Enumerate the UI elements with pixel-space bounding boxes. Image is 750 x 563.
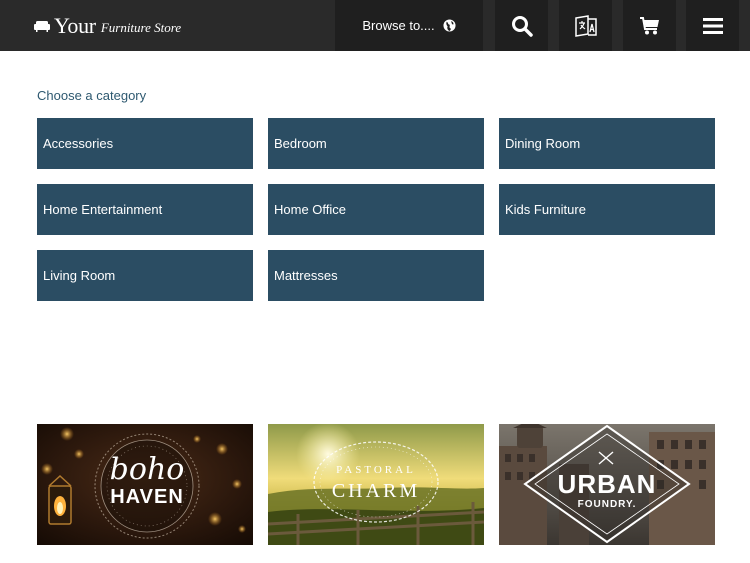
promo-urban-line2: FOUNDRY. — [578, 499, 637, 510]
menu-button[interactable] — [686, 0, 739, 51]
translate-icon — [574, 14, 597, 37]
promo-pastoral-line2: CHARM — [332, 480, 420, 502]
top-header: Your Furniture Store Browse to.... — [0, 0, 750, 51]
promo-boho-haven[interactable]: boho HAVEN — [37, 424, 253, 545]
sofa-icon — [34, 21, 50, 32]
search-icon — [511, 15, 533, 37]
promo-boho-line2: HAVEN — [110, 486, 184, 508]
category-tile-home-entertainment[interactable]: Home Entertainment — [37, 184, 253, 235]
brand-name: Your — [54, 13, 96, 38]
promo-pastoral-charm[interactable]: PASTORAL CHARM — [268, 424, 484, 545]
cart-button[interactable] — [623, 0, 676, 51]
category-tile-bedroom[interactable]: Bedroom — [268, 118, 484, 169]
pastoral-charm-banner: PASTORAL CHARM — [268, 424, 484, 545]
category-tile-accessories[interactable]: Accessories — [37, 118, 253, 169]
language-button[interactable] — [559, 0, 612, 51]
boho-haven-banner: boho HAVEN — [37, 424, 253, 545]
globe-icon — [443, 19, 456, 32]
category-tile-kids-furniture[interactable]: Kids Furniture — [499, 184, 715, 235]
browse-label: Browse to.... — [362, 18, 435, 33]
promo-urban-foundry[interactable]: URBAN FOUNDRY. — [499, 424, 715, 545]
promo-urban-line1: URBAN — [558, 469, 657, 499]
choose-category-heading: Choose a category — [37, 88, 147, 103]
urban-foundry-banner: URBAN FOUNDRY. — [499, 424, 715, 545]
category-tile-home-office[interactable]: Home Office — [268, 184, 484, 235]
search-button[interactable] — [495, 0, 548, 51]
category-tile-living-room[interactable]: Living Room — [37, 250, 253, 301]
cart-icon — [639, 16, 659, 34]
browse-to-button[interactable]: Browse to.... — [335, 0, 483, 51]
promo-pastoral-line1: PASTORAL — [336, 464, 416, 476]
promo-boho-line1: boho — [110, 452, 185, 487]
store-logo[interactable]: Your Furniture Store — [34, 13, 181, 39]
brand-tagline: Furniture Store — [100, 20, 182, 35]
menu-icon — [702, 17, 723, 34]
category-tile-mattresses[interactable]: Mattresses — [268, 250, 484, 301]
category-tile-dining-room[interactable]: Dining Room — [499, 118, 715, 169]
